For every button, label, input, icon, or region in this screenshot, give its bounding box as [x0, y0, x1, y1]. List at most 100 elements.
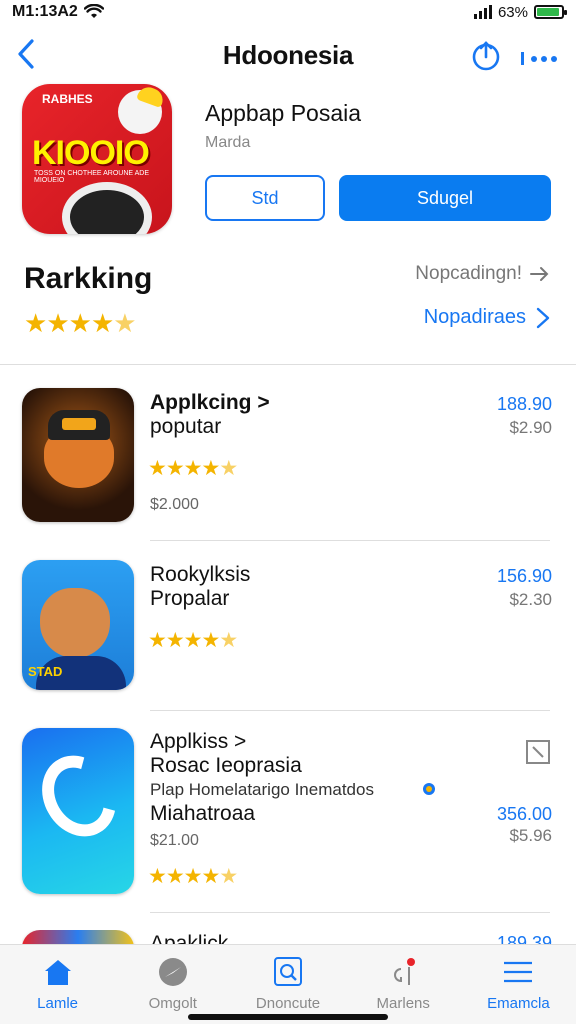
battery-icon: [534, 5, 567, 19]
featured-app-name: Appbap Posaia: [205, 100, 362, 126]
tab-search[interactable]: Dnoncute: [230, 945, 345, 1024]
secondary-button[interactable]: Std: [205, 175, 325, 221]
tab-apps[interactable]: Marlens: [346, 945, 461, 1024]
app-price: 189.39: [496, 933, 552, 944]
colorful-app-icon[interactable]: [22, 930, 134, 944]
compass-icon: [158, 958, 187, 986]
star-filled-icon: ★: [24, 308, 47, 338]
star-filled-icon: ★: [165, 629, 185, 652]
app-category: Propalar: [150, 587, 230, 610]
home-indicator: [188, 1014, 388, 1020]
share-button[interactable]: [470, 40, 502, 77]
bookmark-icon: [532, 746, 544, 758]
star-filled-icon: ★: [183, 457, 203, 480]
bookmark-button[interactable]: [526, 740, 550, 764]
app-name: Rookylksis: [150, 563, 251, 586]
app-price-secondary: $2.90: [509, 418, 552, 437]
app-list-item[interactable]: Applkcing > poputar 188.90 $2.90 ★★★★★ $…: [22, 388, 552, 524]
divider: [150, 710, 550, 711]
app-list-item[interactable]: Applkiss > Rosac Ieoprasia Plap Homelata…: [22, 728, 552, 898]
tab-label: Lamle: [37, 995, 79, 1012]
app-price-secondary: $5.96: [509, 826, 552, 845]
icon-logo-text: KIOOIO: [32, 134, 150, 172]
cat-graphic: [40, 588, 110, 658]
star-half-icon: ★: [219, 865, 238, 888]
featured-app: RABHES KIOOIO TOSS ON CHOTHEE AROUNE ADE…: [22, 84, 556, 239]
app-name: Applkcing >: [150, 391, 270, 414]
ranking-title: Rarkking: [24, 262, 153, 295]
icon-top-text: RABHES: [42, 92, 93, 106]
tab-label: Emamcla: [487, 995, 550, 1012]
star-filled-icon: ★: [201, 865, 220, 888]
app-price-secondary: $2.30: [509, 590, 552, 609]
divider: [0, 364, 576, 365]
tab-home[interactable]: Lamle: [0, 945, 115, 1024]
app-list-item[interactable]: Apaklick 189.39: [22, 930, 552, 944]
ranking-link-bottom-label: Nopadiraes: [423, 306, 526, 328]
ranking-link-bottom[interactable]: Nopadiraes: [424, 306, 550, 329]
featured-app-icon[interactable]: RABHES KIOOIO TOSS ON CHOTHEE AROUNE ADE…: [22, 84, 172, 234]
app-price: 188.90: [496, 394, 552, 414]
navigation-bar: Hdoonesia: [0, 30, 576, 80]
app-publisher: Miahatroaa: [150, 802, 256, 825]
search-icon: [274, 957, 302, 986]
star-filled-icon: ★: [165, 865, 185, 888]
star-filled-icon: ★: [183, 629, 203, 652]
tab-label: Dnoncute: [255, 995, 321, 1012]
ranking-link-top[interactable]: Nopcadingn!: [415, 263, 550, 285]
star-filled-icon: ★: [183, 865, 203, 888]
star-filled-icon: ★: [46, 308, 69, 338]
star-filled-icon: ★: [90, 308, 114, 338]
wifi-icon: [83, 4, 104, 18]
ranking-stars: ★★★★★: [24, 308, 137, 339]
status-left: M1:13A2: [12, 3, 104, 21]
wheel-graphic: [62, 182, 152, 234]
app-name: Applkiss >: [150, 730, 247, 753]
more-button[interactable]: [520, 46, 558, 72]
home-icon: [44, 960, 71, 985]
star-filled-icon: ★: [148, 457, 167, 480]
app-name: Apaklick: [150, 932, 229, 944]
tab-bar: Lamle Omgolt Dnoncute Marlens Emamcla: [0, 944, 576, 1024]
tab-label: Marlens: [376, 995, 430, 1012]
cat-game-icon[interactable]: STAD: [22, 560, 134, 690]
featured-app-subtitle: Marda: [205, 134, 251, 151]
verified-icon: [423, 783, 435, 795]
battery-percent: 63%: [497, 3, 528, 21]
app-small-text: $21.00: [150, 832, 199, 849]
star-half-icon: ★: [113, 308, 136, 338]
star-half-icon: ★: [219, 629, 238, 652]
chevron-right-icon: [536, 307, 550, 328]
app-rating-stars: ★★★★★: [148, 864, 238, 889]
primary-button[interactable]: Sdugel: [339, 175, 551, 221]
app-rating-stars: ★★★★★: [148, 456, 238, 481]
menu-icon: [504, 961, 533, 983]
app-category: Rosac Ieoprasia: [150, 754, 302, 777]
tab-menu[interactable]: Emamcla: [461, 945, 576, 1024]
fox-game-icon[interactable]: [22, 388, 134, 522]
star-filled-icon: ★: [201, 629, 220, 652]
ranking-link-top-label: Nopcadingn!: [415, 263, 522, 284]
star-filled-icon: ★: [68, 308, 92, 338]
app-rating-stars: ★★★★★: [148, 628, 238, 653]
star-filled-icon: ★: [148, 629, 167, 652]
divider: [150, 912, 550, 913]
signal-icon: [473, 5, 492, 19]
tab-discover[interactable]: Omgolt: [115, 945, 230, 1024]
nav-actions: [470, 40, 558, 77]
s-logo-icon[interactable]: [22, 728, 134, 894]
app-list-item[interactable]: STAD Rookylksis Propalar 156.90 $2.30 ★★…: [22, 560, 552, 696]
hat-label: [62, 418, 96, 430]
icon-label: STAD: [28, 664, 63, 679]
tab-label: Omgolt: [148, 995, 197, 1012]
status-bar: M1:13A2 63%: [0, 0, 576, 24]
star-filled-icon: ★: [148, 865, 167, 888]
star-half-icon: ★: [219, 457, 238, 480]
divider: [150, 540, 550, 541]
battery-level: [537, 8, 559, 16]
app-small-text: $2.000: [150, 496, 199, 513]
star-filled-icon: ★: [165, 457, 185, 480]
share-icon: [472, 41, 500, 71]
star-filled-icon: ★: [201, 457, 220, 480]
s-logo-graphic: [27, 742, 131, 850]
